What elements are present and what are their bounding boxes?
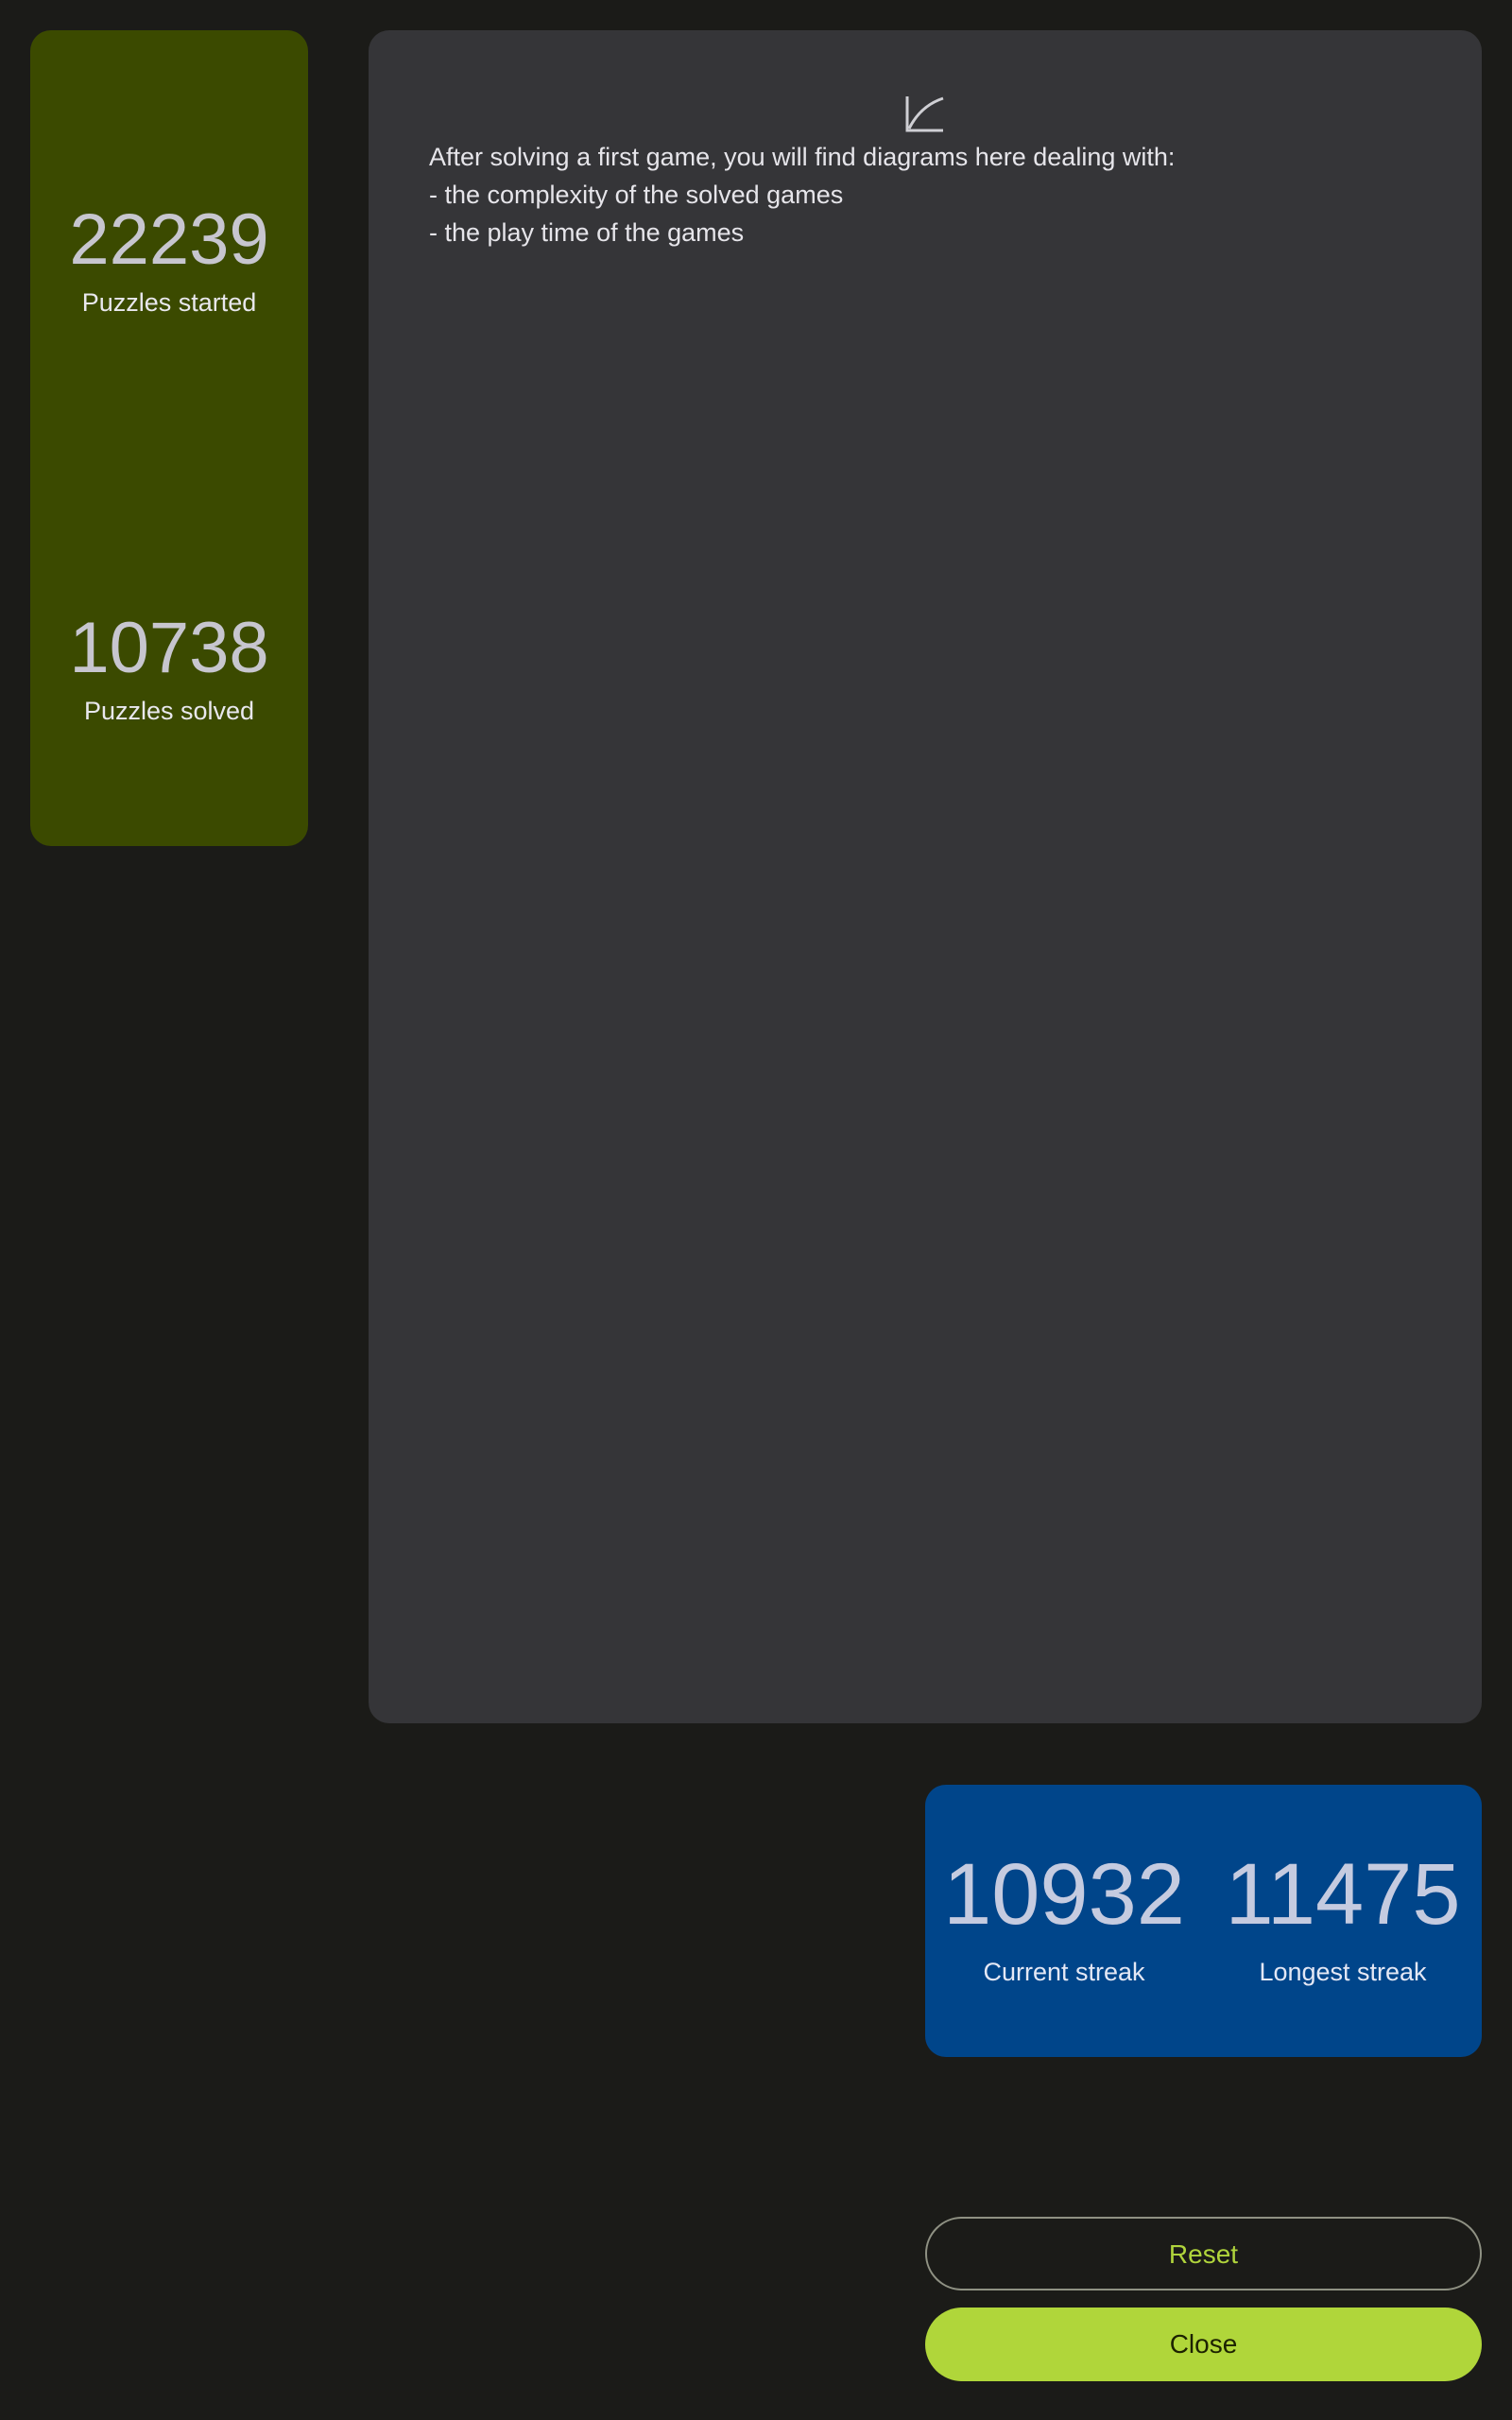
- diagram-panel: After solving a first game, you will fin…: [369, 30, 1482, 1723]
- current-streak-label: Current streak: [983, 1958, 1145, 1986]
- streak-panel: 10932 Current streak 11475 Longest strea…: [925, 1785, 1482, 2057]
- diagram-intro: After solving a first game, you will fin…: [429, 143, 1176, 171]
- chart-icon: [903, 93, 945, 134]
- current-streak-value: 10932: [943, 1846, 1185, 1943]
- puzzles-solved-value: 10738: [69, 608, 269, 688]
- diagram-item-playtime: - the play time of the games: [429, 218, 745, 247]
- stats-panel: 22239 Puzzles started 10738 Puzzles solv…: [30, 30, 308, 846]
- puzzles-started-label: Puzzles started: [81, 288, 257, 317]
- puzzles-solved-stat: 10738 Puzzles solved: [30, 613, 308, 726]
- puzzles-solved-label: Puzzles solved: [83, 697, 255, 725]
- diagram-item-complexity: - the complexity of the solved games: [429, 181, 844, 209]
- longest-streak-label: Longest streak: [1259, 1958, 1427, 1986]
- reset-button[interactable]: Reset: [925, 2217, 1482, 2290]
- close-button[interactable]: Close: [925, 2308, 1482, 2381]
- puzzles-started-value: 22239: [69, 199, 269, 280]
- longest-streak-value: 11475: [1225, 1846, 1461, 1943]
- current-streak-stat: 10932 Current streak: [925, 1851, 1203, 1987]
- longest-streak-stat: 11475 Longest streak: [1204, 1851, 1482, 1987]
- puzzles-started-stat: 22239 Puzzles started: [30, 204, 308, 318]
- diagram-info-text: After solving a first game, you will fin…: [429, 138, 1431, 251]
